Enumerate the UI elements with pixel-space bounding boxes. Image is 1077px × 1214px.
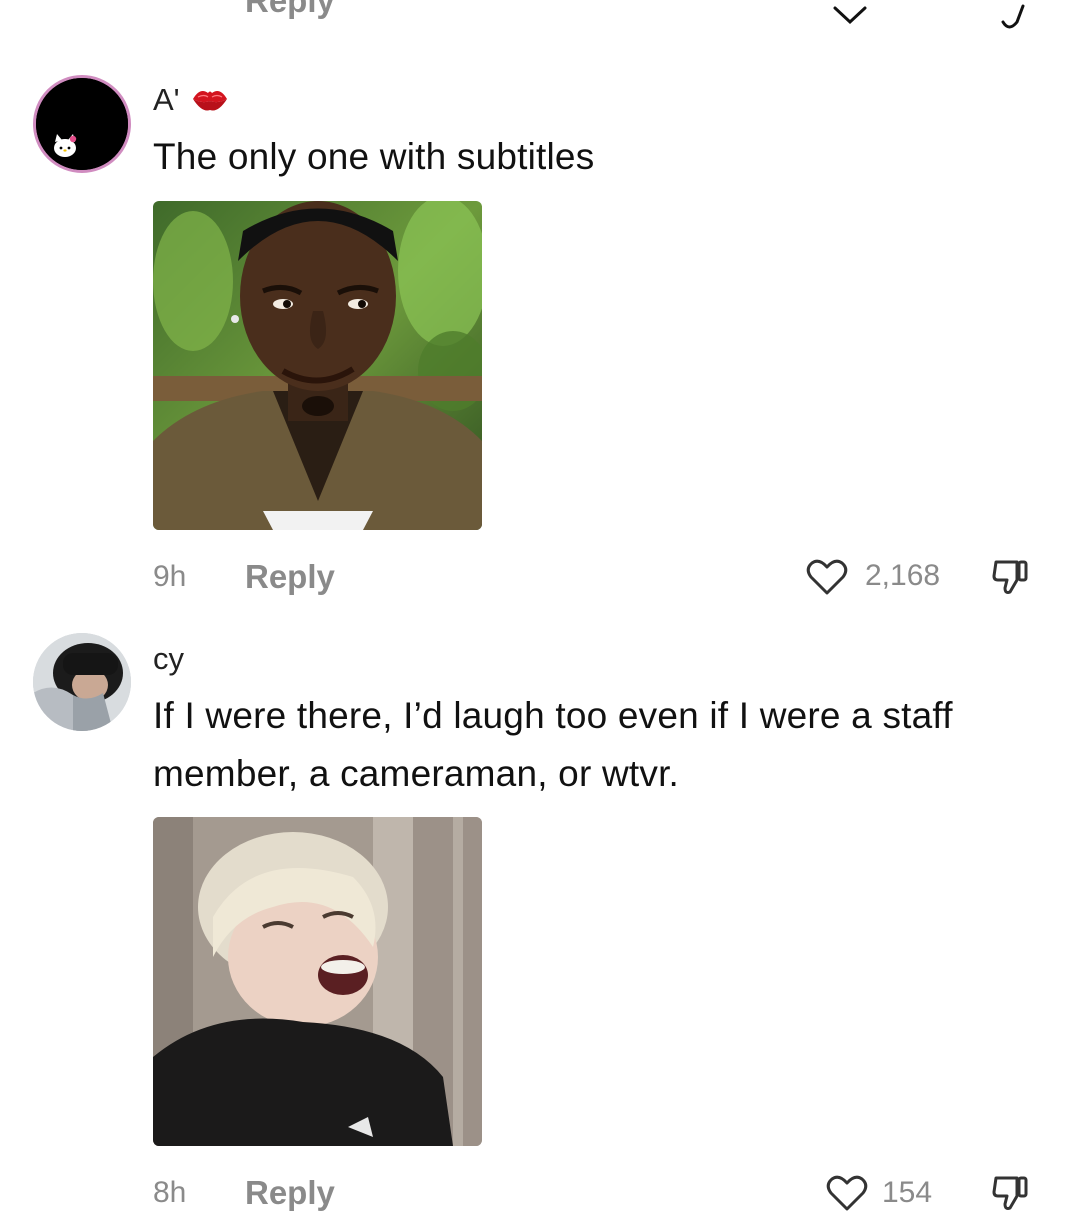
dislike-icon[interactable] [990, 556, 1032, 598]
avatar[interactable] [33, 633, 131, 731]
image-man-smiling [153, 201, 482, 530]
avatar-photo [33, 633, 131, 731]
like-count: 2,168 [865, 559, 941, 592]
comment-username[interactable]: A' [153, 84, 230, 116]
comment-text: The only one with subtitles [153, 136, 595, 177]
previous-reply-button[interactable]: Reply [245, 0, 335, 17]
comment-time: 8h [153, 1176, 187, 1209]
previous-dislike-icon[interactable] [995, 0, 1035, 32]
comment-username[interactable]: cy [153, 643, 184, 674]
hello-kitty-icon [36, 78, 128, 170]
kiss-lips-icon [193, 91, 228, 111]
comment-time: 9h [153, 560, 187, 593]
like-count: 154 [882, 1176, 933, 1209]
reply-button[interactable]: Reply [245, 560, 335, 593]
dislike-icon[interactable] [990, 1172, 1032, 1214]
heart-icon[interactable] [806, 558, 848, 596]
image-person-laughing [153, 817, 482, 1146]
comment-image-person-laughing[interactable] [153, 817, 482, 1146]
previous-heart-icon[interactable] [830, 0, 870, 30]
comment-text: If I were there, I’d laugh too even if I… [153, 695, 953, 794]
comment-image-man-smiling[interactable] [153, 201, 482, 530]
username-text: A' [153, 82, 180, 117]
previous-comment-footer: Reply [0, 0, 1077, 40]
heart-icon[interactable] [826, 1174, 868, 1212]
reply-button[interactable]: Reply [245, 1176, 335, 1209]
avatar[interactable] [33, 75, 131, 173]
